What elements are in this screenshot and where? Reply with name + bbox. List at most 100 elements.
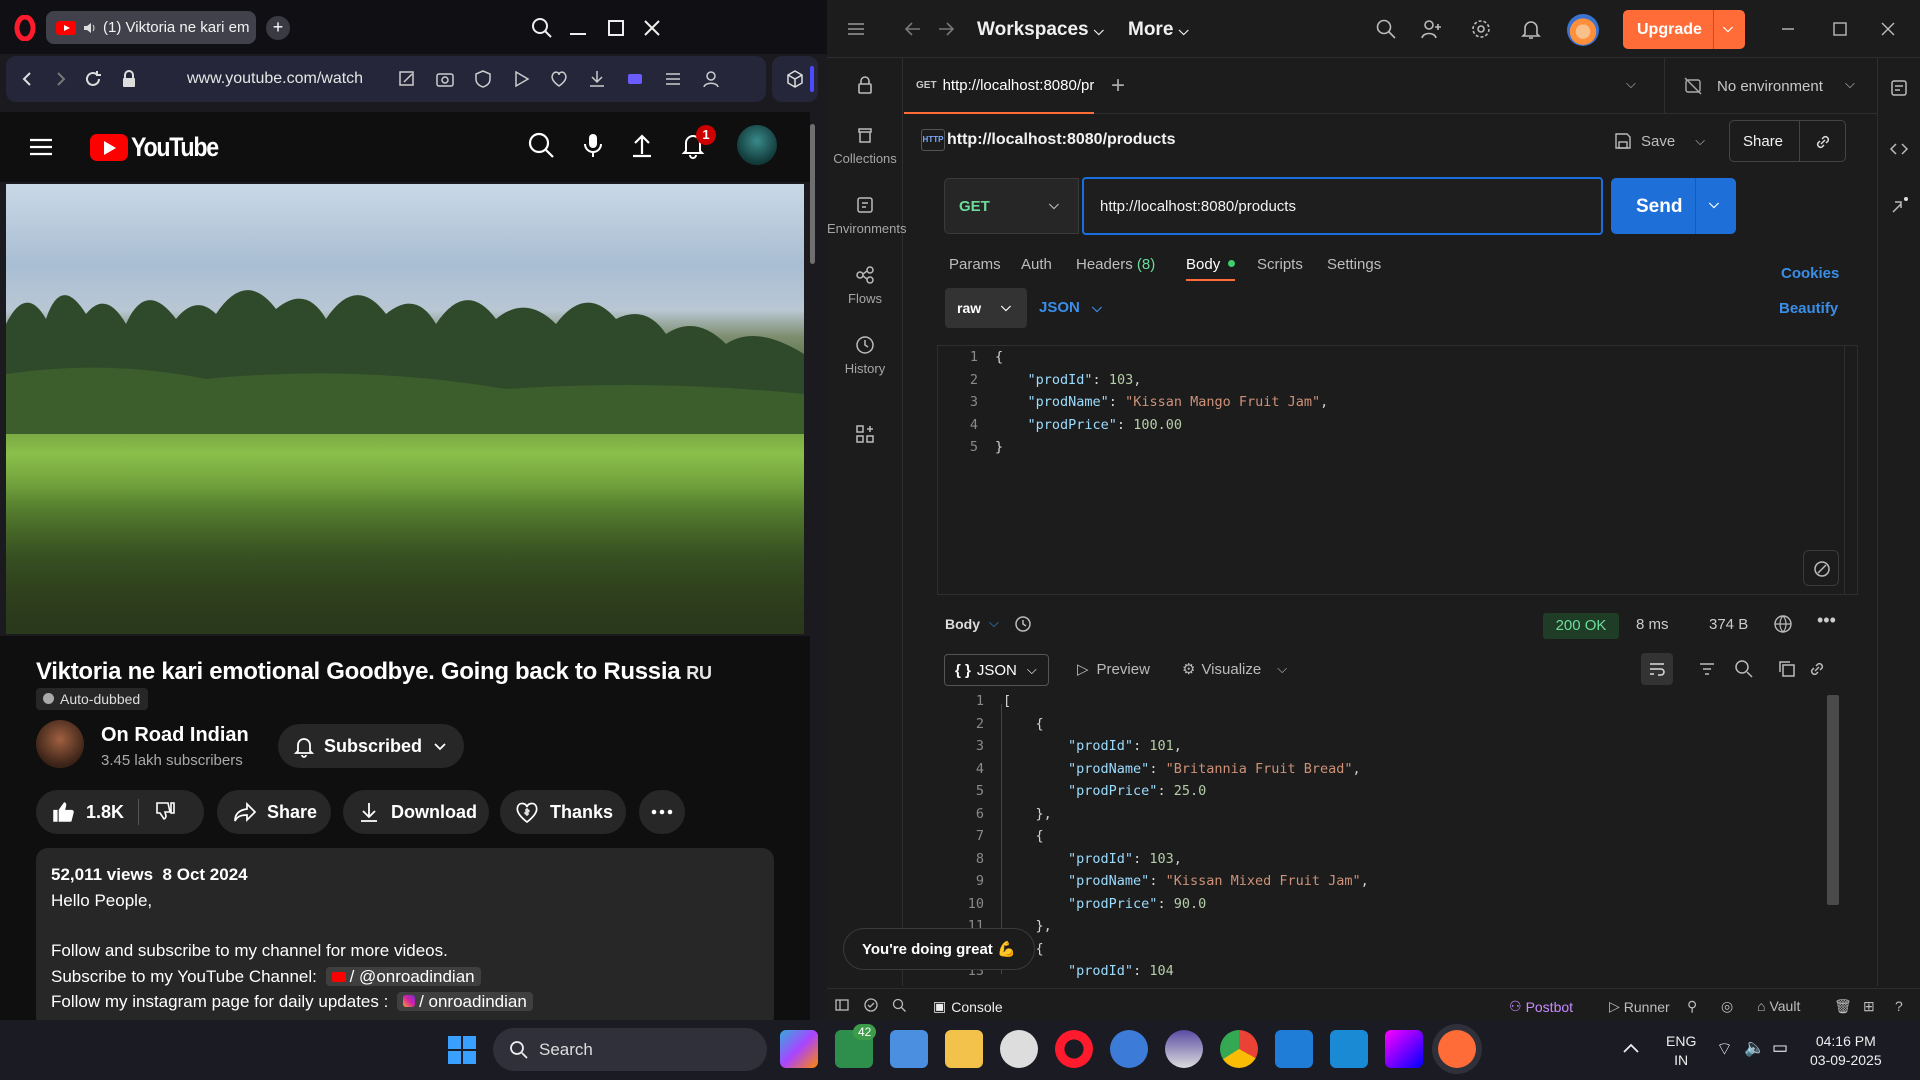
hamburger-menu-icon[interactable] bbox=[28, 134, 54, 160]
postbot-button[interactable]: ⚇ Postbot bbox=[1509, 998, 1573, 1015]
copy-icon[interactable] bbox=[1777, 659, 1797, 679]
chevron-down-icon[interactable]: ⌵ bbox=[1277, 661, 1287, 677]
tab-headers[interactable]: Headers (8) bbox=[1076, 256, 1155, 273]
download-icon[interactable] bbox=[586, 68, 608, 90]
sidebar-item-collections[interactable]: Collections bbox=[827, 124, 903, 166]
tab-scripts[interactable]: Scripts bbox=[1257, 256, 1303, 273]
hamburger-menu-icon[interactable] bbox=[845, 18, 867, 40]
edit-icon[interactable] bbox=[396, 68, 418, 90]
ai-assist-button[interactable] bbox=[1803, 550, 1839, 586]
virtualbox-icon[interactable] bbox=[1330, 1030, 1368, 1068]
sidebar-item-history[interactable]: History bbox=[827, 334, 903, 376]
body-mode-select[interactable]: raw ⌵ bbox=[945, 288, 1027, 328]
wifi-icon[interactable]: ⌔ bbox=[1716, 1038, 1733, 1061]
chevron-up-icon[interactable] bbox=[1622, 1042, 1640, 1054]
dislike-icon[interactable] bbox=[153, 800, 177, 824]
snapshot-icon[interactable] bbox=[434, 68, 456, 90]
reload-icon[interactable] bbox=[82, 68, 104, 90]
environment-selector[interactable]: No environment ⌵ bbox=[1664, 58, 1876, 114]
response-scrollbar[interactable] bbox=[1827, 695, 1839, 905]
volume-icon[interactable]: 🔈 bbox=[1744, 1038, 1765, 1058]
response-history-icon[interactable] bbox=[1013, 614, 1033, 634]
tabs-dropdown-chevron-icon[interactable]: ⌵ bbox=[1626, 76, 1636, 92]
shield-icon[interactable] bbox=[472, 68, 494, 90]
url-text[interactable]: www.youtube.com/watch bbox=[187, 70, 363, 88]
request-tab[interactable]: GET http://localhost:8080/pr bbox=[904, 58, 1094, 114]
workspaces-menu[interactable]: Workspaces ⌵ bbox=[977, 19, 1104, 41]
share-button[interactable]: Share bbox=[217, 790, 331, 834]
visualize-tab[interactable]: ⚙ Visualize ⌵ bbox=[1182, 660, 1287, 679]
globe-icon[interactable] bbox=[1773, 614, 1793, 634]
like-count[interactable]: 1.8K bbox=[86, 802, 124, 823]
url-input[interactable]: http://localhost:8080/products bbox=[1082, 177, 1603, 235]
search-icon[interactable] bbox=[526, 130, 556, 160]
request-body-editor[interactable]: 1 2 3 4 5 { "prodId": 103, "prodName": "… bbox=[937, 345, 1858, 595]
add-workbench-icon[interactable] bbox=[854, 423, 876, 445]
tab-body[interactable]: Body bbox=[1186, 256, 1236, 281]
chevron-down-icon[interactable]: ⌵ bbox=[989, 615, 999, 631]
menu-lines-icon[interactable] bbox=[662, 68, 684, 90]
user-avatar[interactable] bbox=[737, 125, 777, 165]
wrap-lines-button[interactable] bbox=[1641, 653, 1673, 685]
download-button[interactable]: Download bbox=[343, 790, 489, 834]
response-body-code[interactable]: [ { "prodId": 101, "prodName": "Britanni… bbox=[1003, 690, 1369, 980]
system-clock[interactable]: 04:16 PM 03-09-2025 bbox=[1810, 1032, 1882, 1070]
response-body-viewer[interactable]: 1 2 3 4 5 6 7 8 9 10 11 12 13 [ { "prodI… bbox=[937, 690, 1857, 980]
play-icon[interactable] bbox=[510, 68, 532, 90]
copy-link-icon[interactable] bbox=[1813, 132, 1833, 152]
tab-settings[interactable]: Settings bbox=[1327, 256, 1381, 273]
notifications-bell-icon[interactable] bbox=[1520, 18, 1542, 40]
http-method-select[interactable]: GET ⌵ bbox=[944, 178, 1079, 234]
thanks-button[interactable]: Thanks bbox=[500, 790, 626, 834]
chevron-down-icon[interactable]: ⌵ bbox=[1695, 133, 1705, 149]
capture-icon[interactable]: ⚲ bbox=[1687, 998, 1697, 1015]
search-icon[interactable] bbox=[1734, 659, 1754, 679]
like-icon[interactable] bbox=[50, 799, 76, 825]
toggle-sidebar-icon[interactable] bbox=[834, 997, 850, 1013]
forward-arrow-icon[interactable] bbox=[935, 18, 957, 40]
sidebar-toggle-icon[interactable] bbox=[624, 68, 646, 90]
opera-logo-icon[interactable] bbox=[12, 15, 38, 41]
new-tab-button[interactable]: + bbox=[266, 16, 290, 40]
subscribed-button[interactable]: Subscribed bbox=[278, 724, 464, 768]
file-explorer-icon[interactable] bbox=[945, 1030, 983, 1068]
more-options-icon[interactable]: ••• bbox=[1817, 610, 1836, 631]
clock-app-icon[interactable] bbox=[1000, 1030, 1038, 1068]
response-body-label[interactable]: Body bbox=[945, 616, 980, 632]
windows-start-icon[interactable] bbox=[447, 1035, 477, 1065]
request-name[interactable]: http://localhost:8080/products bbox=[947, 131, 1175, 149]
maximize-icon[interactable] bbox=[602, 14, 630, 42]
youtube-channel-link[interactable]: / @onroadindian bbox=[325, 966, 481, 986]
send-button[interactable]: Send ⌵ bbox=[1611, 178, 1736, 234]
lock-icon[interactable] bbox=[854, 74, 876, 96]
copilot-icon[interactable] bbox=[780, 1030, 818, 1068]
settings-gear-icon[interactable] bbox=[1470, 18, 1492, 40]
runner-button[interactable]: ▷ Runner bbox=[1609, 998, 1670, 1015]
close-icon[interactable] bbox=[1877, 18, 1899, 40]
new-tab-plus-icon[interactable]: + bbox=[1111, 72, 1125, 100]
eclipse-icon[interactable] bbox=[1165, 1030, 1203, 1068]
search-tabs-icon[interactable] bbox=[528, 14, 556, 42]
response-size[interactable]: 374 B bbox=[1709, 616, 1748, 633]
vault-button[interactable]: ⌂ Vault bbox=[1757, 998, 1800, 1014]
microphone-icon[interactable] bbox=[578, 130, 608, 160]
vscode-icon[interactable] bbox=[1275, 1030, 1313, 1068]
taskbar-search[interactable]: Search bbox=[493, 1028, 767, 1071]
scrollbar-thumb[interactable] bbox=[810, 124, 815, 264]
more-menu[interactable]: More ⌵ bbox=[1128, 19, 1189, 41]
sidebar-item-flows[interactable]: Flows bbox=[827, 264, 903, 306]
teams-icon[interactable]: 42 bbox=[835, 1024, 877, 1068]
chevron-down-icon[interactable]: ⌵ bbox=[1709, 196, 1719, 212]
instagram-link[interactable]: / onroadindian bbox=[397, 992, 533, 1011]
battery-icon[interactable]: ▭ bbox=[1772, 1038, 1788, 1058]
beautify-link[interactable]: Beautify bbox=[1779, 300, 1838, 317]
lock-icon[interactable] bbox=[118, 68, 140, 90]
channel-avatar[interactable] bbox=[36, 720, 84, 768]
browser-tab-youtube[interactable]: (1) Viktoria ne kari em bbox=[46, 11, 256, 44]
profile-icon[interactable] bbox=[700, 68, 722, 90]
body-language-select[interactable]: JSON ⌵ bbox=[1039, 299, 1102, 316]
status-badge[interactable]: 200 OK bbox=[1543, 613, 1619, 639]
online-status-icon[interactable] bbox=[863, 997, 879, 1013]
sidebar-item-environments[interactable]: Environments bbox=[827, 194, 906, 236]
save-button[interactable]: Save ⌵ bbox=[1613, 124, 1705, 158]
